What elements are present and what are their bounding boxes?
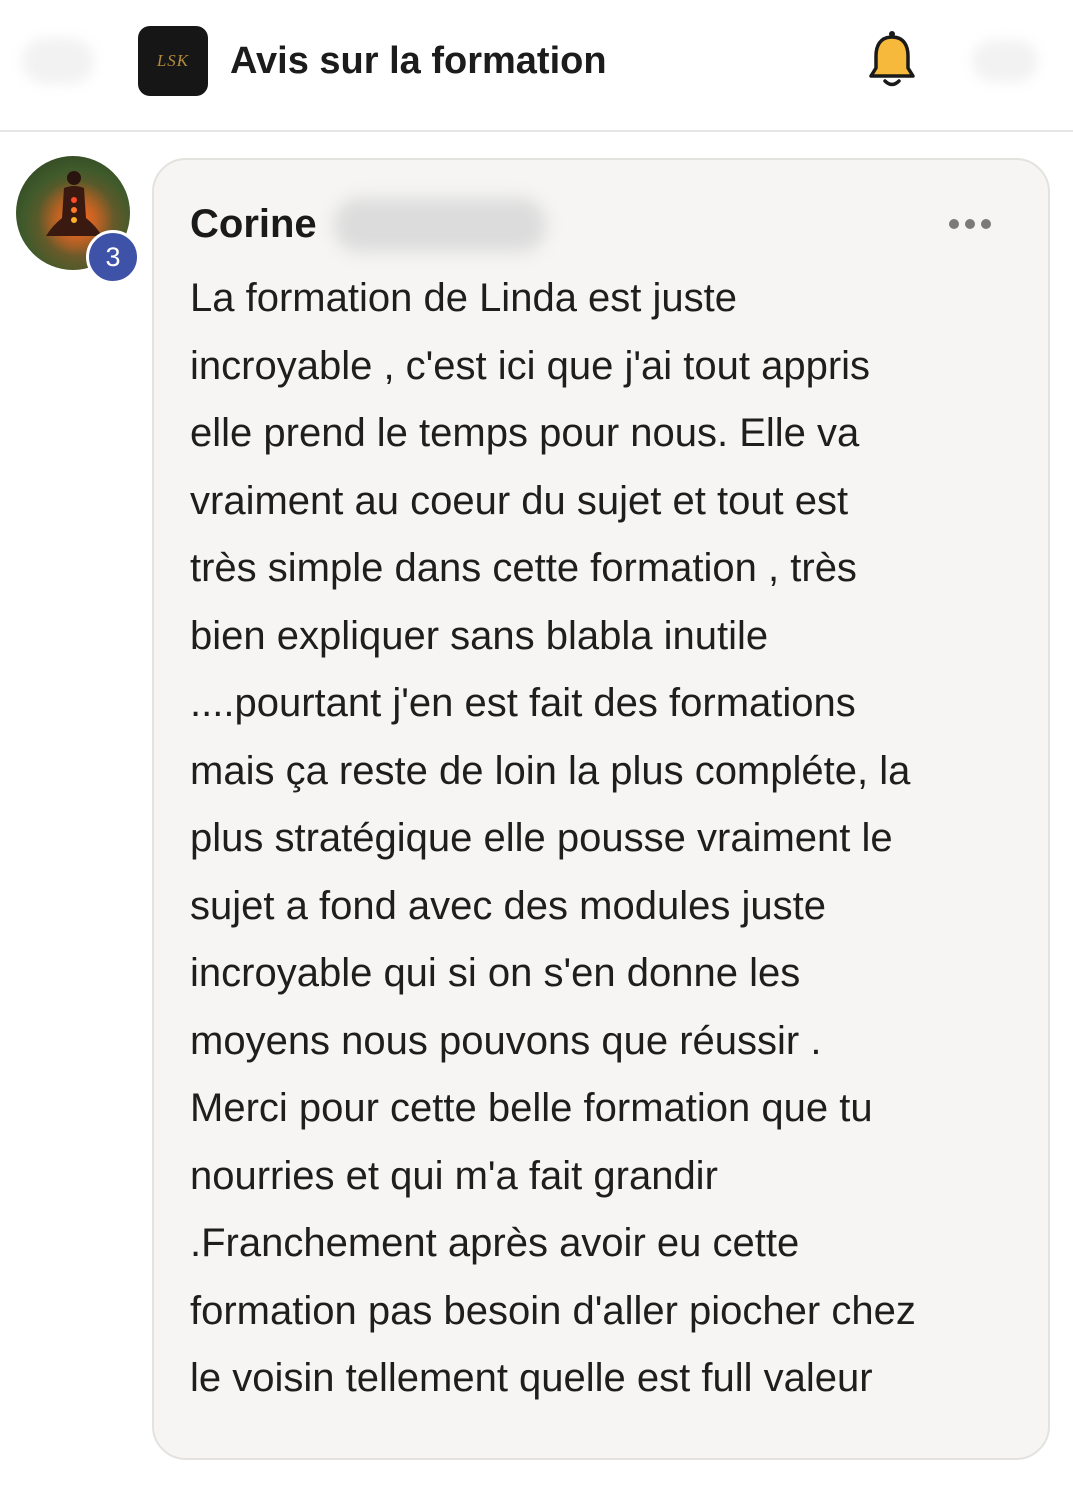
body-line: mais ça reste de loin la plus compléte, … xyxy=(190,748,911,793)
app-header: LSK Avis sur la formation xyxy=(0,0,1073,132)
author-name[interactable]: Corine xyxy=(190,198,317,250)
post-body: La formation de Linda est juste incroyab… xyxy=(190,265,1030,1413)
body-line: le voisin tellement quelle est full vale… xyxy=(190,1356,873,1400)
logo-text: LSK xyxy=(156,51,190,70)
body-line: .Franchement après avoir eu cette xyxy=(190,1221,800,1265)
blurred-menu-button[interactable] xyxy=(972,40,1038,82)
ellipsis-icon[interactable] xyxy=(946,210,994,238)
body-line: Merci pour cette belle formation que tu xyxy=(190,1086,873,1130)
body-line: formation pas besoin d'aller piocher che… xyxy=(190,1288,916,1333)
page-title: Avis sur la formation xyxy=(230,40,607,82)
bell-icon[interactable] xyxy=(866,28,918,92)
body-line: nourries et qui m'a fait grandir xyxy=(190,1153,718,1198)
blurred-back-button[interactable] xyxy=(22,38,94,84)
body-line: incroyable qui si on s'en donne les xyxy=(190,951,801,995)
body-line: très simple dans cette formation , très xyxy=(190,546,857,590)
body-line: moyens nous pouvons que réussir . xyxy=(190,1018,822,1063)
body-line: La formation de Linda est juste xyxy=(190,276,738,320)
body-line: bien expliquer sans blabla inutile xyxy=(190,613,769,658)
body-line: elle prend le temps pour nous. Elle va xyxy=(190,411,860,455)
body-line: sujet a fond avec des modules juste xyxy=(190,883,826,928)
body-line: plus stratégique elle pousse vraiment le xyxy=(190,816,893,860)
body-line: incroyable , c'est ici que j'ai tout app… xyxy=(190,343,871,388)
community-logo[interactable]: LSK xyxy=(138,26,208,96)
body-line: vraiment au coeur du sujet et tout est xyxy=(190,478,849,523)
level-badge: 3 xyxy=(86,230,140,284)
body-line: ....pourtant j'en est fait des formation… xyxy=(190,681,856,725)
blurred-last-name xyxy=(334,198,546,252)
